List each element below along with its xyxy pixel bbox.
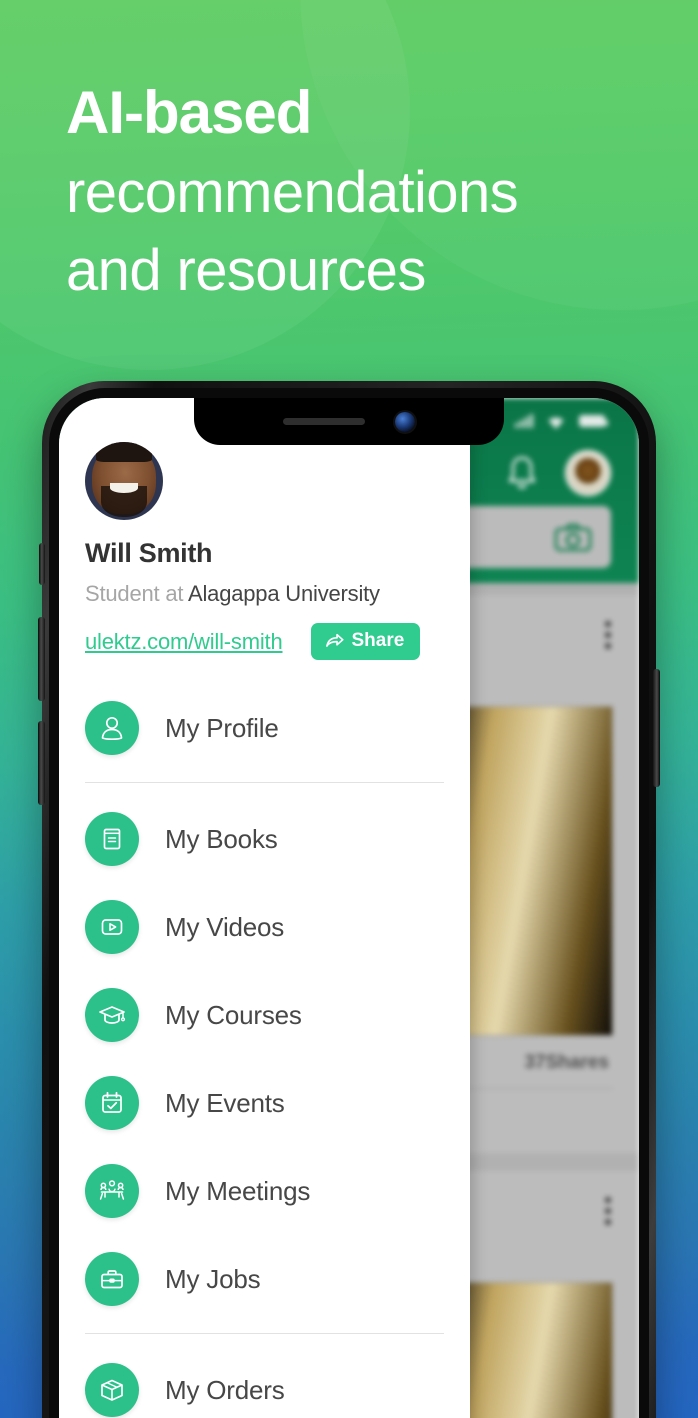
app-header-actions xyxy=(505,450,611,496)
book-icon xyxy=(85,812,139,866)
hero-headline-line-3: and resources xyxy=(66,238,426,303)
hero-headline-line-1: AI-based xyxy=(66,79,312,146)
profile-share-label: Share xyxy=(351,630,405,651)
profile-link-row: ulektz.com/will-smith Share xyxy=(85,623,444,660)
video-play-icon xyxy=(85,900,139,954)
package-box-icon xyxy=(85,1363,139,1417)
menu-item-my-orders[interactable]: My Orders xyxy=(59,1346,470,1418)
menu-item-my-videos[interactable]: My Videos xyxy=(59,883,470,971)
hero-headline-line-2: recommendations xyxy=(66,160,519,225)
more-options-icon[interactable] xyxy=(605,1197,611,1225)
calendar-check-icon xyxy=(85,1076,139,1130)
power-button[interactable] xyxy=(653,669,660,787)
more-options-icon[interactable] xyxy=(605,621,611,649)
menu-item-my-profile[interactable]: My Profile xyxy=(59,684,470,772)
user-avatar[interactable] xyxy=(565,450,611,496)
profile-organization: Alagappa University xyxy=(188,581,380,606)
phone-screen: g? xt of the ments xyxy=(59,398,639,1418)
volume-down-button[interactable] xyxy=(38,721,45,805)
cellular-signal-icon xyxy=(515,414,533,428)
menu-item-label: My Books xyxy=(165,823,278,854)
drawer-menu: My Profile My Books My Videos My Courses… xyxy=(59,684,470,1418)
profile-url-link[interactable]: ulektz.com/will-smith xyxy=(85,629,283,655)
menu-item-label: My Videos xyxy=(165,911,285,942)
profile-name: Will Smith xyxy=(85,538,213,568)
menu-item-label: My Events xyxy=(165,1087,285,1118)
meeting-people-icon xyxy=(85,1164,139,1218)
menu-item-label: My Jobs xyxy=(165,1263,261,1294)
notification-bell-icon[interactable] xyxy=(505,454,539,492)
user-profile-icon xyxy=(85,701,139,755)
wifi-icon xyxy=(548,417,564,429)
menu-divider xyxy=(85,1333,444,1334)
phone-mockup: g? xt of the ments xyxy=(38,381,660,1418)
menu-item-my-events[interactable]: My Events xyxy=(59,1059,470,1147)
menu-item-my-jobs[interactable]: My Jobs xyxy=(59,1235,470,1323)
menu-item-my-courses[interactable]: My Courses xyxy=(59,971,470,1059)
camera-search-icon[interactable] xyxy=(553,521,593,553)
hero-headline: AI-based recommendations and resources xyxy=(66,72,681,310)
volume-up-button[interactable] xyxy=(38,617,45,701)
battery-full-icon xyxy=(579,415,608,427)
mute-switch[interactable] xyxy=(39,543,45,585)
menu-item-label: My Profile xyxy=(165,712,279,743)
profile-share-button[interactable]: Share xyxy=(310,623,421,660)
profile-subtitle-prefix: Student at xyxy=(85,581,188,606)
menu-item-my-books[interactable]: My Books xyxy=(59,795,470,883)
menu-item-my-meetings[interactable]: My Meetings xyxy=(59,1147,470,1235)
navigation-drawer: Will Smith Student at Alagappa Universit… xyxy=(59,398,470,1418)
app-store-screenshot: AI-based recommendations and resources 3… xyxy=(0,0,698,1418)
graduation-cap-icon xyxy=(85,988,139,1042)
menu-divider xyxy=(85,782,444,783)
profile-avatar[interactable] xyxy=(85,442,163,520)
profile-subtitle: Student at Alagappa University xyxy=(85,581,444,607)
menu-item-label: My Courses xyxy=(165,999,302,1030)
menu-item-label: My Meetings xyxy=(165,1175,311,1206)
post-shares-count: 37Shares xyxy=(524,1052,609,1073)
phone-notch xyxy=(194,398,504,445)
menu-item-label: My Orders xyxy=(165,1374,285,1405)
share-arrow-icon xyxy=(325,633,344,647)
earpiece-speaker xyxy=(283,418,365,425)
front-camera xyxy=(395,411,415,432)
briefcase-icon xyxy=(85,1252,139,1306)
